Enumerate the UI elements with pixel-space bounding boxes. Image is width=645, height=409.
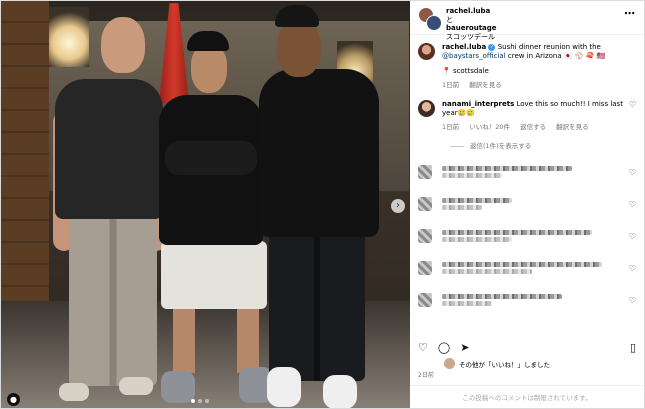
avatar: [444, 358, 455, 369]
comment-icon[interactable]: ◯: [438, 341, 450, 354]
blurred-comment: ♡: [410, 220, 644, 252]
avatar: [418, 165, 432, 179]
person-1-shirt: [55, 79, 163, 219]
comment-age: 1日前: [442, 123, 460, 131]
replies-divider: [450, 145, 464, 147]
carousel-dot: [198, 399, 202, 403]
comment-username[interactable]: nanami_interprets: [442, 100, 514, 108]
post-date: 2日前: [418, 372, 434, 379]
comment-meta: 1日前 いいね！20件 返信する 翻訳を見る: [442, 123, 625, 132]
blurred-comment: ♡: [410, 252, 644, 284]
person-2-shoe: [161, 371, 195, 403]
caption-body-end: crew in Arizona 🇯🇵 ⚾ 🍣 🇺🇸: [505, 52, 606, 60]
carousel-dot: [205, 399, 209, 403]
comment: nanami_interprets Love this so much!! I …: [410, 90, 644, 132]
person-3-head: [277, 19, 321, 77]
caption-username[interactable]: rachel.luba: [442, 43, 486, 51]
avatar: [418, 293, 432, 307]
person-3-cap: [275, 5, 319, 27]
person-3-sweater: [259, 69, 379, 237]
more-horizontal-icon[interactable]: ⋯: [624, 7, 636, 20]
author-username[interactable]: rachel.luba: [446, 7, 624, 16]
paper-plane-icon[interactable]: ➤: [460, 341, 469, 354]
post-side-panel: rachel.luba と baueroutage スコッツデール ⋯ rach…: [410, 1, 644, 408]
wood-wall: [1, 1, 49, 331]
avatar[interactable]: [418, 43, 435, 60]
person-2-leg: [173, 307, 195, 373]
blurred-comment: ♡: [410, 188, 644, 220]
person-2-leg: [237, 307, 259, 373]
person-1-head: [101, 17, 145, 73]
heart-icon[interactable]: ♡: [629, 296, 636, 305]
caption-body: Sushi dinner reunion with the: [495, 43, 601, 51]
person-2-crossed-arms: [165, 141, 257, 175]
see-translation-link[interactable]: 翻訳を見る: [469, 81, 502, 89]
next-photo-chevron-icon[interactable]: ›: [391, 199, 405, 213]
avatar: [418, 197, 432, 211]
location-link[interactable]: スコッツデール: [446, 33, 624, 42]
person-1-shoe: [119, 377, 153, 395]
comment-likes[interactable]: いいね！20件: [469, 123, 510, 131]
person-2-head: [191, 45, 227, 93]
heart-icon[interactable]: ♡: [629, 232, 636, 241]
carousel-dots: [191, 399, 209, 403]
collab-avatars[interactable]: [418, 7, 442, 31]
caption-meta: 1日前 翻訳を見る: [442, 81, 636, 90]
heart-icon[interactable]: ♡: [418, 341, 428, 354]
carousel-dot-active: [191, 399, 195, 403]
comments-restricted-notice: この投稿へのコメントは制限されています。: [410, 385, 644, 408]
post-viewer: › ● rachel.luba と baueroutage スコッツデール ⋯: [0, 0, 645, 409]
caption: rachel.luba ✓ Sushi dinner reunion with …: [410, 35, 644, 90]
heart-icon[interactable]: ♡: [629, 168, 636, 177]
avatar: [418, 261, 432, 275]
reply-link[interactable]: 返信する: [520, 123, 546, 131]
action-bar: ♡ ◯ ➤ ▯: [418, 341, 636, 354]
blurred-comments: ♡ ♡ ♡ ♡ ♡: [410, 156, 644, 316]
post-authors: rachel.luba と baueroutage スコッツデール: [446, 7, 624, 41]
blurred-comment: ♡: [410, 156, 644, 188]
heart-icon[interactable]: ♡: [629, 200, 636, 209]
person-3-shoe: [323, 375, 357, 408]
comment-text: nanami_interprets Love this so much!! I …: [442, 100, 625, 132]
person-1-shoe: [59, 383, 89, 401]
person-2-cap: [187, 31, 229, 51]
view-replies-link[interactable]: 返信(1件)を表示する: [410, 132, 644, 150]
caption-text: rachel.luba ✓ Sushi dinner reunion with …: [442, 43, 636, 90]
heart-icon[interactable]: ♡: [629, 100, 636, 132]
likes-summary[interactable]: その他が「いいね！」しました: [444, 358, 550, 369]
person-1-jeans: [69, 216, 157, 386]
mention-link[interactable]: @baystars_official: [442, 52, 506, 60]
coauthor-username[interactable]: baueroutage: [446, 24, 624, 33]
caption-location[interactable]: 📍 scottsdale: [442, 67, 636, 76]
person-2-shorts: [161, 241, 267, 309]
wall-lamp: [49, 7, 89, 67]
person-3-shoe: [267, 367, 301, 407]
post-photo[interactable]: › ●: [1, 1, 410, 408]
avatar[interactable]: [418, 100, 435, 117]
avatar: [418, 229, 432, 243]
tagged-users-icon[interactable]: ●: [7, 393, 20, 406]
view-replies-text[interactable]: 返信(1件)を表示する: [470, 142, 531, 150]
post-header: rachel.luba と baueroutage スコッツデール ⋯: [410, 1, 644, 41]
blurred-comment: ♡: [410, 284, 644, 316]
caption-age: 1日前: [442, 81, 460, 89]
bookmark-icon[interactable]: ▯: [630, 341, 636, 354]
see-translation-link[interactable]: 翻訳を見る: [556, 123, 589, 131]
avatar[interactable]: [426, 15, 442, 31]
person-3-jeans: [269, 231, 365, 381]
heart-icon[interactable]: ♡: [629, 264, 636, 273]
and-text: と: [446, 15, 453, 24]
likes-text[interactable]: その他が「いいね！」しました: [459, 359, 550, 369]
